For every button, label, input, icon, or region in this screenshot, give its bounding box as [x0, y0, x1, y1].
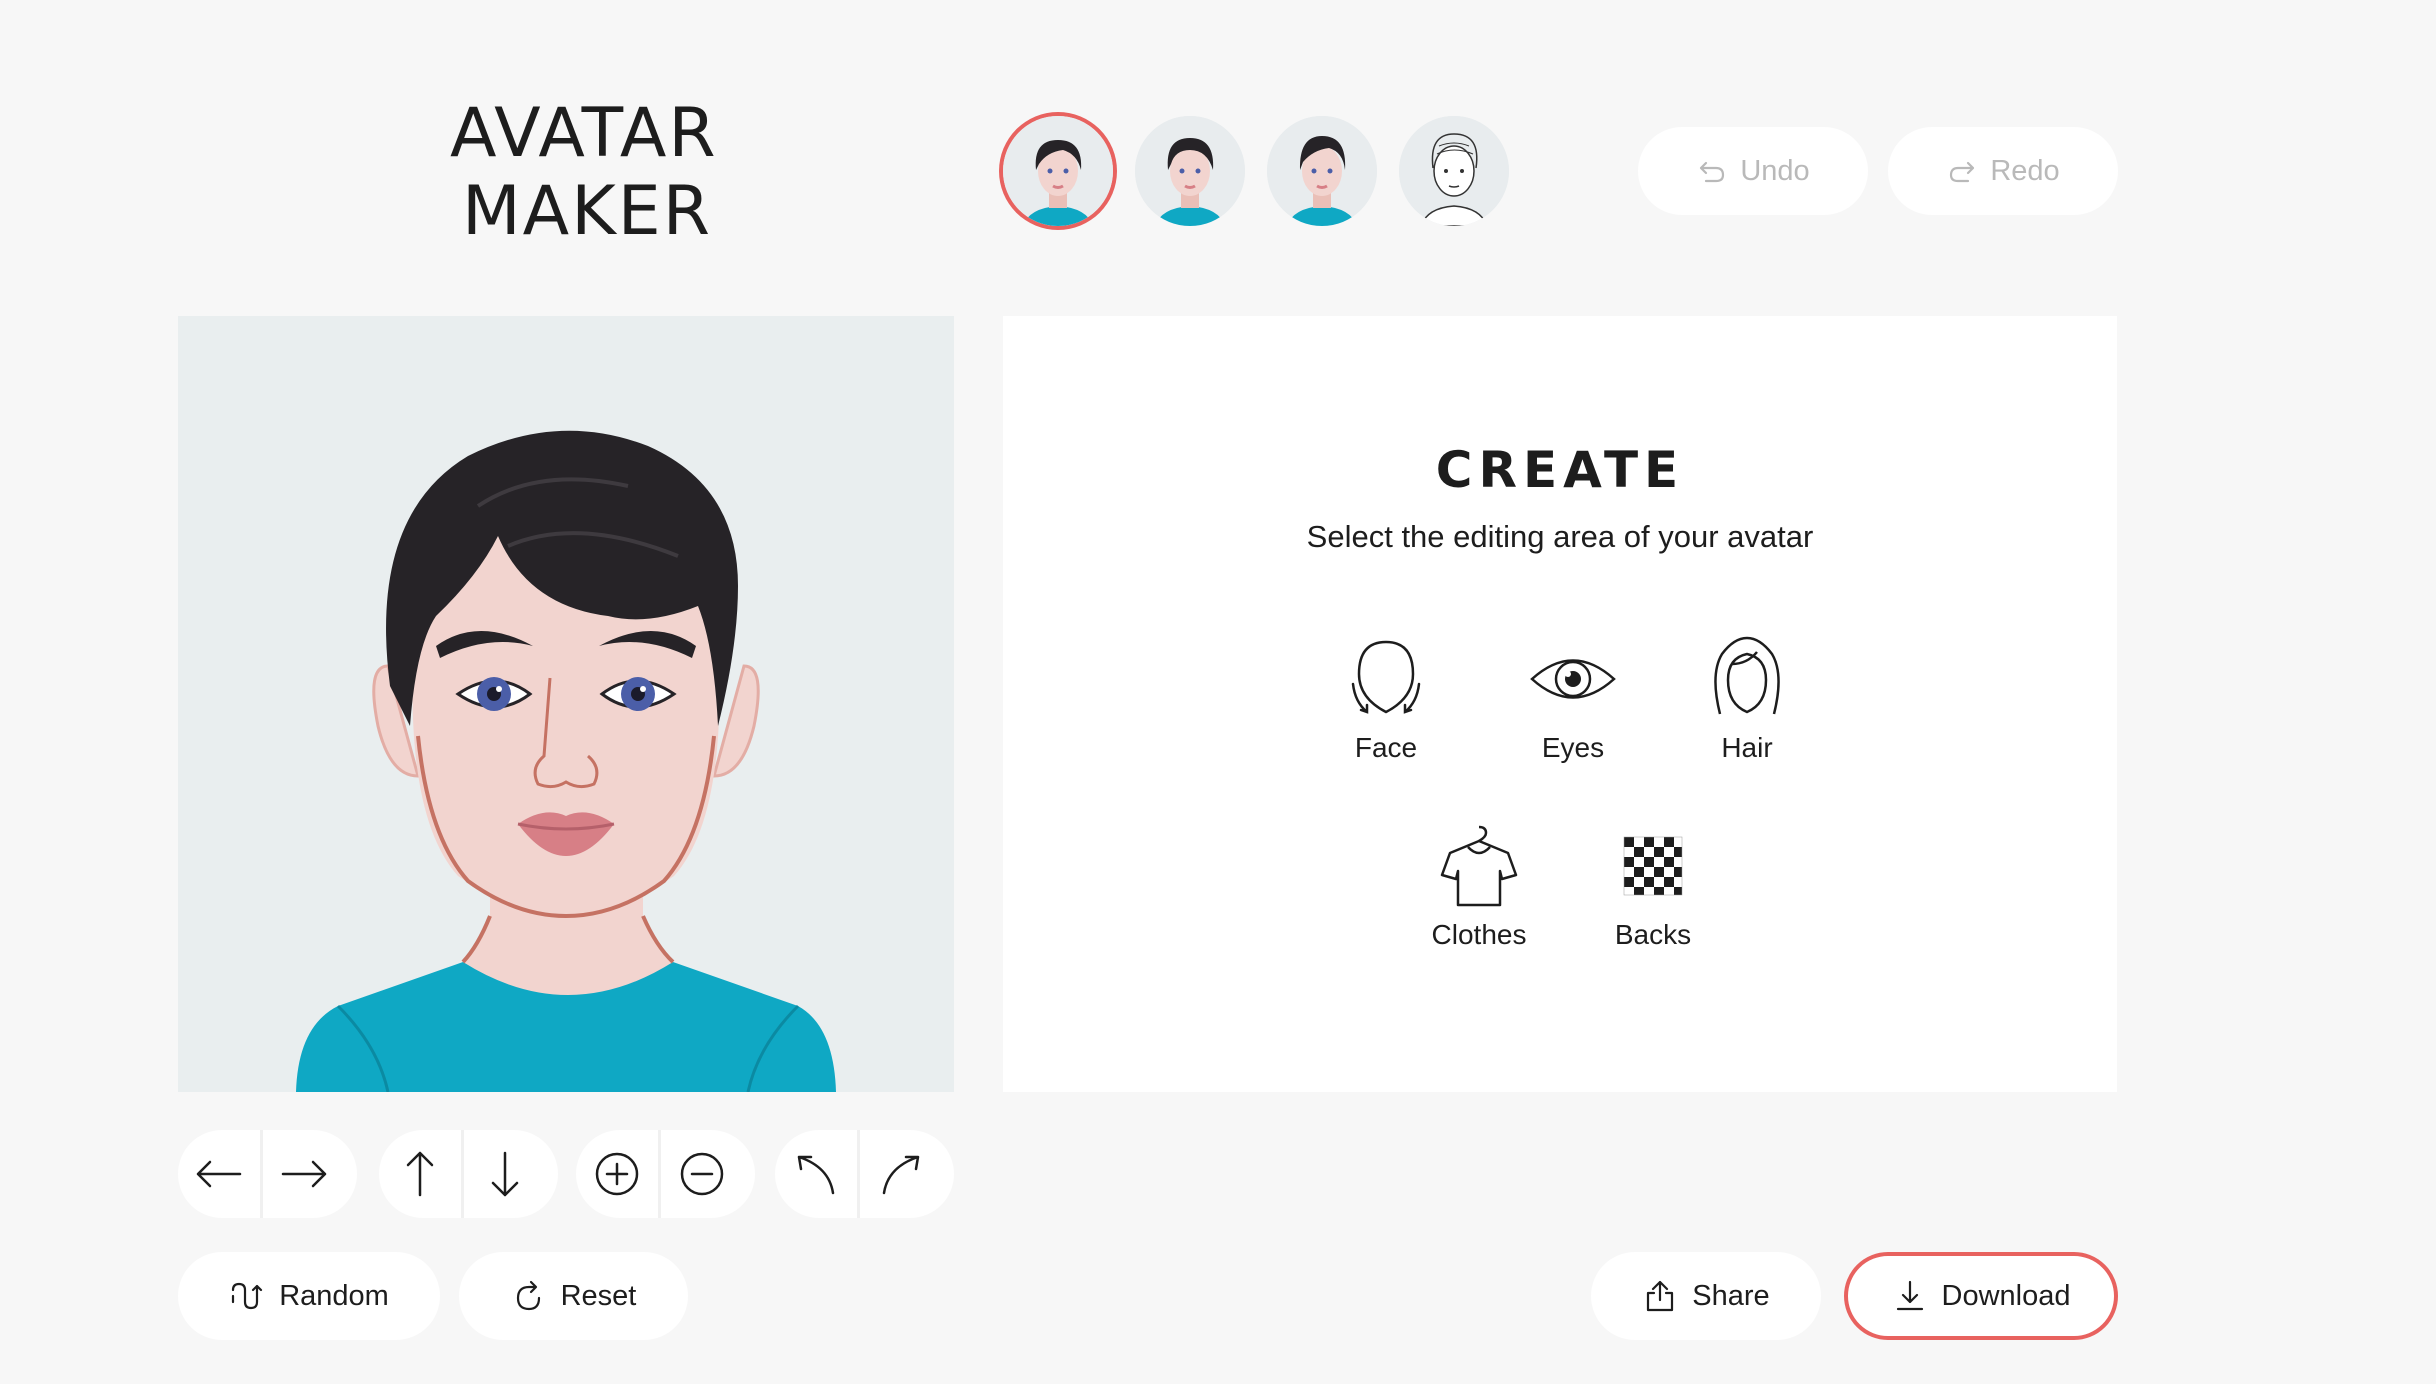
checkerboard-icon: [1623, 836, 1683, 896]
preset-avatar-4[interactable]: [1399, 116, 1509, 226]
zoom-out-icon: [680, 1152, 724, 1196]
move-left-button[interactable]: [178, 1130, 260, 1218]
move-down-button[interactable]: [461, 1130, 546, 1218]
share-button[interactable]: Share: [1591, 1252, 1821, 1340]
undo-icon: [1700, 161, 1725, 183]
zoom-in-button[interactable]: [576, 1130, 658, 1218]
zoom-controls: [576, 1130, 755, 1218]
move-up-button[interactable]: [379, 1130, 461, 1218]
create-panel: CREATE Select the editing area of your a…: [1003, 316, 2117, 1092]
download-label: Download: [1941, 1279, 2071, 1312]
preset-avatar-1[interactable]: [1003, 116, 1113, 226]
undo-button[interactable]: Undo: [1638, 127, 1868, 215]
rotate-right-button[interactable]: [857, 1130, 942, 1218]
avatar-canvas: [178, 316, 954, 1092]
redo-label: Redo: [1990, 154, 2060, 187]
random-label: Random: [279, 1279, 389, 1312]
arrow-down-icon: [491, 1151, 519, 1197]
rotate-left-button[interactable]: [775, 1130, 857, 1218]
zoom-out-button[interactable]: [658, 1130, 743, 1218]
redo-icon: [1950, 161, 1975, 183]
option-clothes-label: Clothes: [1431, 919, 1527, 950]
arrow-up-icon: [406, 1151, 434, 1197]
rotate-controls: [775, 1130, 954, 1218]
random-button[interactable]: Random: [178, 1252, 440, 1340]
undo-label: Undo: [1740, 154, 1810, 187]
reset-button[interactable]: Reset: [459, 1252, 688, 1340]
eye-icon: [1530, 659, 1616, 699]
arrow-right-icon: [281, 1160, 327, 1188]
shirt-icon: [1440, 825, 1518, 907]
shuffle-icon: [232, 1282, 263, 1310]
rotate-left-icon: [797, 1155, 835, 1195]
option-hair-label: Hair: [1721, 732, 1773, 763]
option-backs-label: Backs: [1614, 919, 1692, 950]
preset-avatar-2[interactable]: [1135, 116, 1245, 226]
share-icon: [1647, 1280, 1674, 1312]
rotate-right-icon: [882, 1155, 920, 1195]
panel-subtitle: Select the editing area of your avatar: [1306, 519, 1814, 554]
avatar-illustration: [178, 316, 954, 1092]
reset-label: Reset: [560, 1279, 637, 1312]
logo-line-2: MAKER: [462, 172, 712, 251]
vertical-move-controls: [379, 1130, 558, 1218]
download-icon: [1896, 1280, 1923, 1311]
panel-title: CREATE: [1435, 441, 1685, 499]
hair-icon: [1714, 636, 1780, 715]
option-face-label: Face: [1354, 732, 1418, 763]
option-clothes[interactable]: Clothes: [1409, 821, 1549, 951]
app-logo[interactable]: AVATAR MAKER: [450, 94, 718, 260]
option-eyes[interactable]: Eyes: [1503, 634, 1643, 764]
preset-avatar-3[interactable]: [1267, 116, 1377, 226]
option-eyes-label: Eyes: [1541, 732, 1605, 763]
option-backs[interactable]: Backs: [1583, 821, 1723, 951]
arrow-left-icon: [196, 1160, 242, 1188]
option-hair[interactable]: Hair: [1677, 634, 1817, 764]
horizontal-move-controls: [178, 1130, 357, 1218]
zoom-in-icon: [595, 1152, 639, 1196]
move-right-button[interactable]: [260, 1130, 345, 1218]
reset-icon: [516, 1280, 540, 1311]
redo-button[interactable]: Redo: [1888, 127, 2118, 215]
logo-line-1: AVATAR: [450, 94, 718, 173]
face-icon: [1351, 640, 1421, 714]
download-button[interactable]: Download: [1844, 1252, 2118, 1340]
option-face[interactable]: Face: [1316, 634, 1456, 764]
share-label: Share: [1692, 1279, 1770, 1312]
